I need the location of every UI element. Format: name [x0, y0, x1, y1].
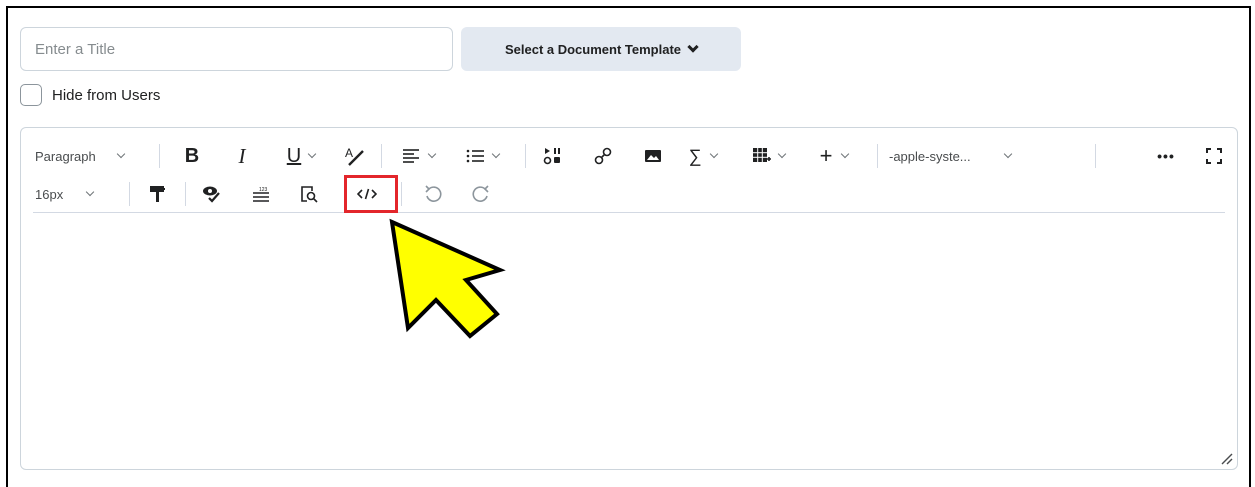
block-format-label: Paragraph: [35, 148, 96, 164]
bold-icon[interactable]: B: [179, 142, 205, 170]
font-size-label: 16px: [35, 186, 64, 202]
text-format-icon[interactable]: A: [339, 142, 369, 170]
toolbar-separator: [525, 144, 526, 168]
toolbar-separator: [401, 182, 402, 206]
font-size-dropdown[interactable]: 16px: [35, 180, 115, 208]
bullet-list-icon: [466, 149, 484, 163]
hide-from-users-checkbox[interactable]: [20, 84, 42, 106]
select-template-button[interactable]: Select a Document Template: [461, 27, 741, 71]
html-editor[interactable]: Paragraph B I U A ∑ + -apple-syste... ••…: [20, 127, 1238, 470]
chevron-down-icon: [427, 149, 437, 159]
list-dropdown[interactable]: [459, 142, 505, 170]
chevron-down-icon: [687, 40, 699, 53]
preview-icon[interactable]: [295, 180, 323, 208]
chevron-down-icon: [116, 149, 125, 159]
plus-icon: +: [819, 143, 833, 168]
toolbar-separator: [129, 182, 130, 206]
select-template-label: Select a Document Template: [504, 41, 682, 57]
chevron-down-icon: [710, 149, 719, 159]
undo-icon[interactable]: [419, 180, 447, 208]
hide-from-users-row[interactable]: Hide from Users: [20, 84, 160, 106]
title-input[interactable]: [20, 27, 453, 71]
source-code-highlight-box: [344, 175, 398, 213]
insert-dropdown[interactable]: +: [811, 142, 857, 170]
chevron-down-icon: [85, 187, 95, 197]
word-count-icon[interactable]: 123: [247, 180, 275, 208]
more-icon[interactable]: •••: [1151, 142, 1181, 170]
block-format-dropdown[interactable]: Paragraph: [35, 142, 135, 170]
equation-dropdown[interactable]: ∑: [681, 142, 725, 170]
hide-from-users-label: Hide from Users: [52, 86, 161, 104]
image-icon[interactable]: [639, 142, 667, 170]
resize-handle-icon[interactable]: [1219, 451, 1233, 465]
format-painter-icon[interactable]: [143, 180, 171, 208]
toolbar-separator: [185, 182, 186, 206]
svg-text:A: A: [345, 146, 353, 160]
chevron-down-icon: [307, 149, 317, 159]
font-family-label: -apple-syste...: [889, 148, 971, 164]
insert-media-icon[interactable]: [539, 142, 567, 170]
table-icon: [753, 148, 771, 162]
redo-icon[interactable]: [467, 180, 495, 208]
align-left-icon: [403, 149, 419, 163]
fullscreen-icon[interactable]: [1201, 142, 1227, 170]
toolbar-separator: [1095, 144, 1096, 168]
underline-icon: U: [286, 144, 302, 167]
svg-text:123: 123: [259, 187, 268, 193]
toolbar-separator: [381, 144, 382, 168]
font-family-dropdown[interactable]: -apple-syste...: [889, 142, 1079, 170]
accessibility-checker-icon[interactable]: [197, 180, 225, 208]
table-dropdown[interactable]: [745, 142, 791, 170]
toolbar-separator: [159, 144, 160, 168]
toolbar-divider: [33, 212, 1225, 213]
link-icon[interactable]: [589, 142, 617, 170]
chevron-down-icon: [841, 149, 850, 159]
sigma-icon: ∑: [688, 145, 702, 166]
chevron-down-icon: [777, 149, 787, 159]
align-dropdown[interactable]: [395, 142, 441, 170]
underline-dropdown[interactable]: U: [279, 142, 323, 170]
toolbar-separator: [877, 144, 878, 168]
chevron-down-icon: [1003, 149, 1012, 159]
italic-icon[interactable]: I: [229, 142, 255, 170]
chevron-down-icon: [491, 149, 501, 159]
